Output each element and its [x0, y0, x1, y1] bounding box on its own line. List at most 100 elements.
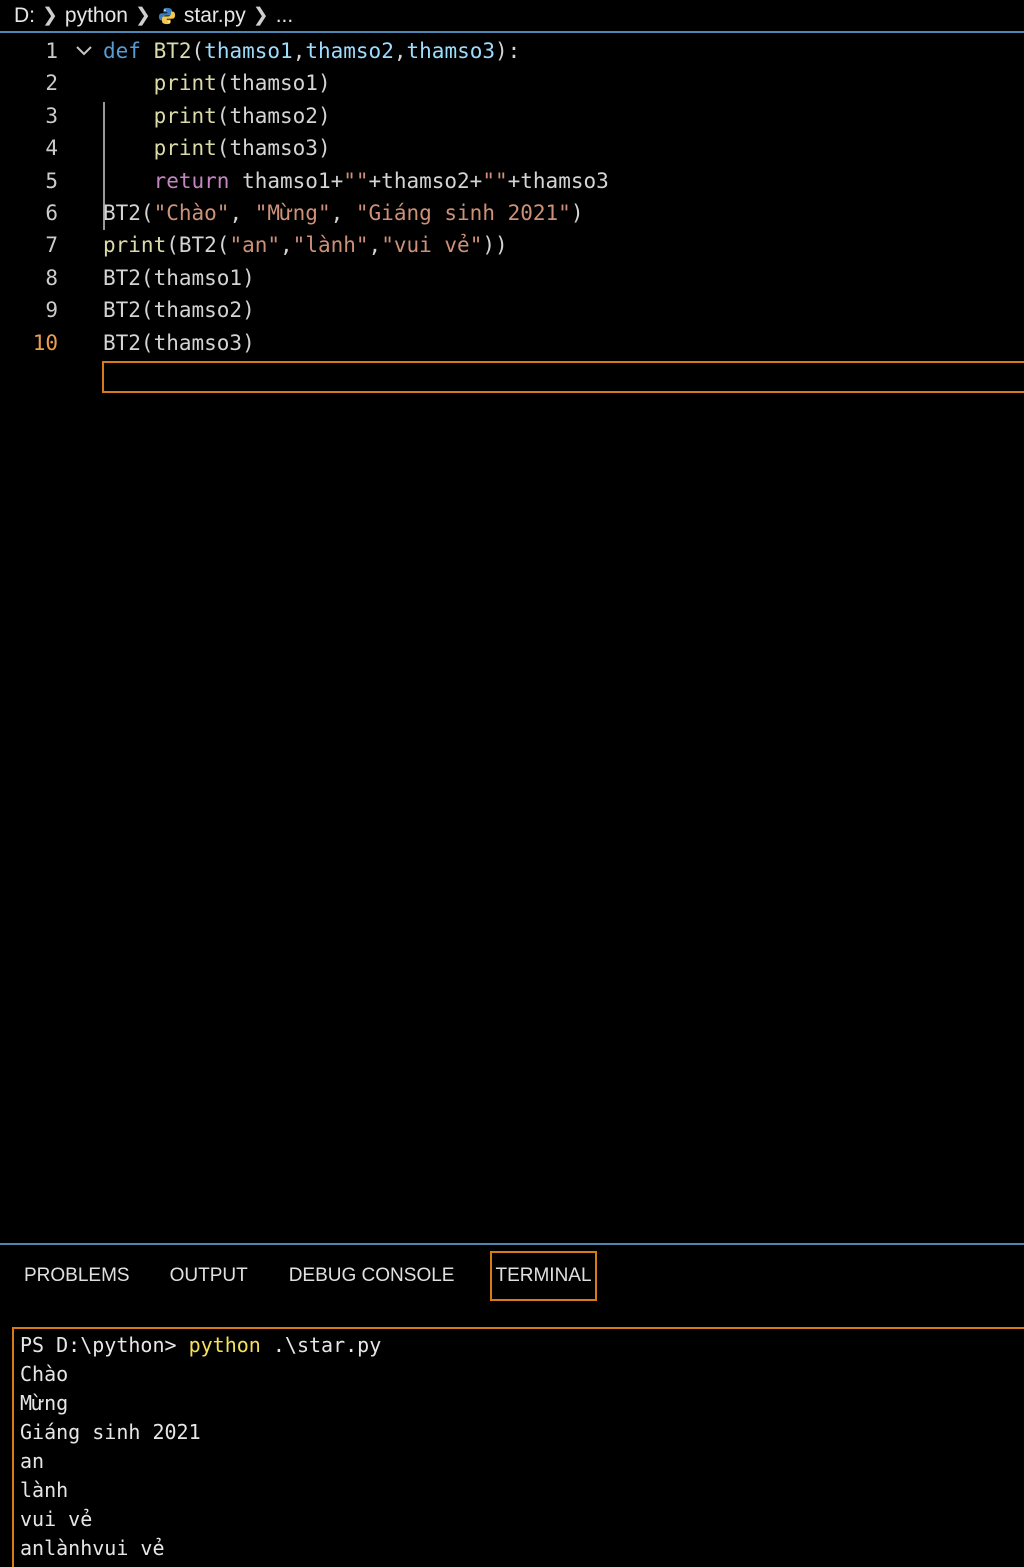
code-line[interactable]: 5 return thamso1+""+thamso2+""+thamso3 — [0, 165, 1024, 197]
code-text: BT2(thamso1) — [103, 262, 255, 294]
line-number: 1 — [45, 39, 58, 63]
code-line[interactable]: 7 print(BT2("an","lành","vui vẻ")) — [0, 229, 1024, 261]
line-number: 10 — [32, 331, 58, 355]
tab-terminal[interactable]: TERMINAL — [490, 1251, 597, 1301]
code-token: def — [103, 39, 154, 63]
terminal[interactable]: PS D:\python> python .\star.py Chào Mừng… — [12, 1327, 1024, 1567]
code-token: "vui vẻ" — [381, 233, 483, 257]
code-line[interactable]: 6 BT2("Chào", "Mừng", "Giáng sinh 2021") — [0, 197, 1024, 229]
code-line[interactable]: 2 print(thamso1) — [0, 67, 1024, 99]
code-token: thamso1 — [204, 39, 293, 63]
code-text: BT2(thamso2) — [103, 294, 255, 326]
code-token: (BT2( — [166, 233, 230, 257]
line-number: 5 — [45, 169, 58, 193]
code-token: (thamso2) — [216, 104, 331, 128]
code-line[interactable]: 3 print(thamso2) — [0, 100, 1024, 132]
chevron-right-icon: ❯ — [42, 5, 58, 26]
code-token: , — [393, 39, 407, 63]
line-number: 9 — [45, 298, 58, 322]
code-text: print(thamso3) — [103, 132, 331, 164]
code-token: BT2(thamso1) — [103, 266, 255, 290]
terminal-output-line: Chào — [20, 1362, 69, 1386]
code-line[interactable]: 1 def BT2(thamso1,thamso2,thamso3): — [0, 35, 1024, 67]
code-text: def BT2(thamso1,thamso2,thamso3): — [103, 35, 520, 67]
chevron-down-icon[interactable] — [74, 35, 94, 67]
code-token: , — [292, 39, 306, 63]
code-token: "Chào" — [153, 201, 230, 225]
code-token: return — [153, 169, 230, 193]
code-token: , — [280, 233, 293, 257]
line-number: 4 — [45, 136, 58, 160]
line-number: 8 — [45, 266, 58, 290]
code-token: ): — [495, 39, 521, 63]
code-token: "Giáng sinh 2021" — [355, 201, 571, 225]
code-line[interactable]: 10 BT2(thamso3) — [0, 327, 1024, 359]
code-token: ( — [191, 39, 205, 63]
code-line[interactable]: 9 BT2(thamso2) — [0, 294, 1024, 326]
code-token: , — [330, 201, 356, 225]
line-number: 6 — [45, 201, 58, 225]
chevron-right-icon: ❯ — [134, 5, 151, 26]
code-token: ) — [570, 201, 584, 225]
terminal-output-line: anlànhvui vẻ — [20, 1536, 165, 1560]
code-token: thamso3 — [406, 39, 496, 63]
code-text: BT2(thamso3) — [103, 327, 255, 359]
code-text: print(thamso1) — [103, 67, 331, 99]
code-token: (thamso3) — [216, 136, 331, 160]
tab-problems[interactable]: PROBLEMS — [21, 1251, 133, 1301]
current-line-highlight — [102, 361, 1024, 393]
code-token: BT2(thamso2) — [103, 298, 255, 322]
breadcrumb-folder[interactable]: python — [65, 4, 128, 28]
code-token: thamso2 — [305, 39, 394, 63]
panel-divider[interactable] — [0, 1243, 1024, 1245]
code-token: , — [368, 233, 382, 257]
terminal-output-line: Mừng — [20, 1391, 69, 1415]
terminal-command-line: PS D:\python> python .\star.py — [20, 1331, 1024, 1360]
code-token: )) — [482, 233, 508, 257]
breadcrumb-more[interactable]: ... — [276, 4, 294, 28]
terminal-output-line: lành — [20, 1478, 69, 1502]
code-line[interactable]: 8 BT2(thamso1) — [0, 262, 1024, 294]
code-line[interactable]: 4 print(thamso3) — [0, 132, 1024, 164]
code-token: thamso1+ — [229, 169, 344, 193]
code-text: return thamso1+""+thamso2+""+thamso3 — [103, 165, 609, 197]
code-token: print — [153, 104, 217, 128]
code-token: print — [153, 136, 217, 160]
line-number: 7 — [45, 233, 58, 257]
code-token: +thamso3 — [507, 169, 609, 193]
code-token: "an" — [229, 233, 281, 257]
code-token: BT2(thamso3) — [103, 331, 255, 355]
code-token: "" — [482, 169, 508, 193]
code-text: print(thamso2) — [103, 100, 331, 132]
chevron-right-icon: ❯ — [252, 5, 269, 26]
code-token: print — [103, 233, 167, 257]
line-number: 2 — [45, 71, 58, 95]
breadcrumb-drive[interactable]: D: — [14, 4, 35, 28]
python-icon — [158, 7, 176, 24]
line-number: 3 — [45, 104, 58, 128]
terminal-output-line: vui vẻ — [20, 1507, 93, 1531]
code-token: BT2( — [103, 201, 154, 225]
code-editor[interactable]: 1 def BT2(thamso1,thamso2,thamso3): 2 prin… — [0, 35, 1024, 1243]
code-token: "lành" — [292, 233, 369, 257]
code-text: print(BT2("an","lành","vui vẻ")) — [103, 229, 508, 261]
terminal-args: .\star.py — [260, 1333, 382, 1357]
code-token: print — [153, 71, 217, 95]
terminal-output-line: an — [20, 1449, 45, 1473]
code-token: BT2 — [153, 39, 192, 63]
code-token: "Mừng" — [254, 201, 331, 225]
tab-output[interactable]: OUTPUT — [167, 1251, 251, 1301]
breadcrumb-file[interactable]: star.py — [184, 4, 246, 28]
tab-debug-console[interactable]: DEBUG CONSOLE — [286, 1251, 458, 1301]
code-token: +thamso2+ — [368, 169, 483, 193]
code-token: , — [229, 201, 255, 225]
code-text: BT2("Chào", "Mừng", "Giáng sinh 2021") — [103, 197, 583, 229]
code-token: (thamso1) — [216, 71, 331, 95]
terminal-command: python — [188, 1333, 261, 1357]
breadcrumb: D: ❯ python ❯ star.py ❯ ... — [0, 0, 1024, 33]
terminal-prompt: PS D:\python> — [20, 1333, 189, 1357]
